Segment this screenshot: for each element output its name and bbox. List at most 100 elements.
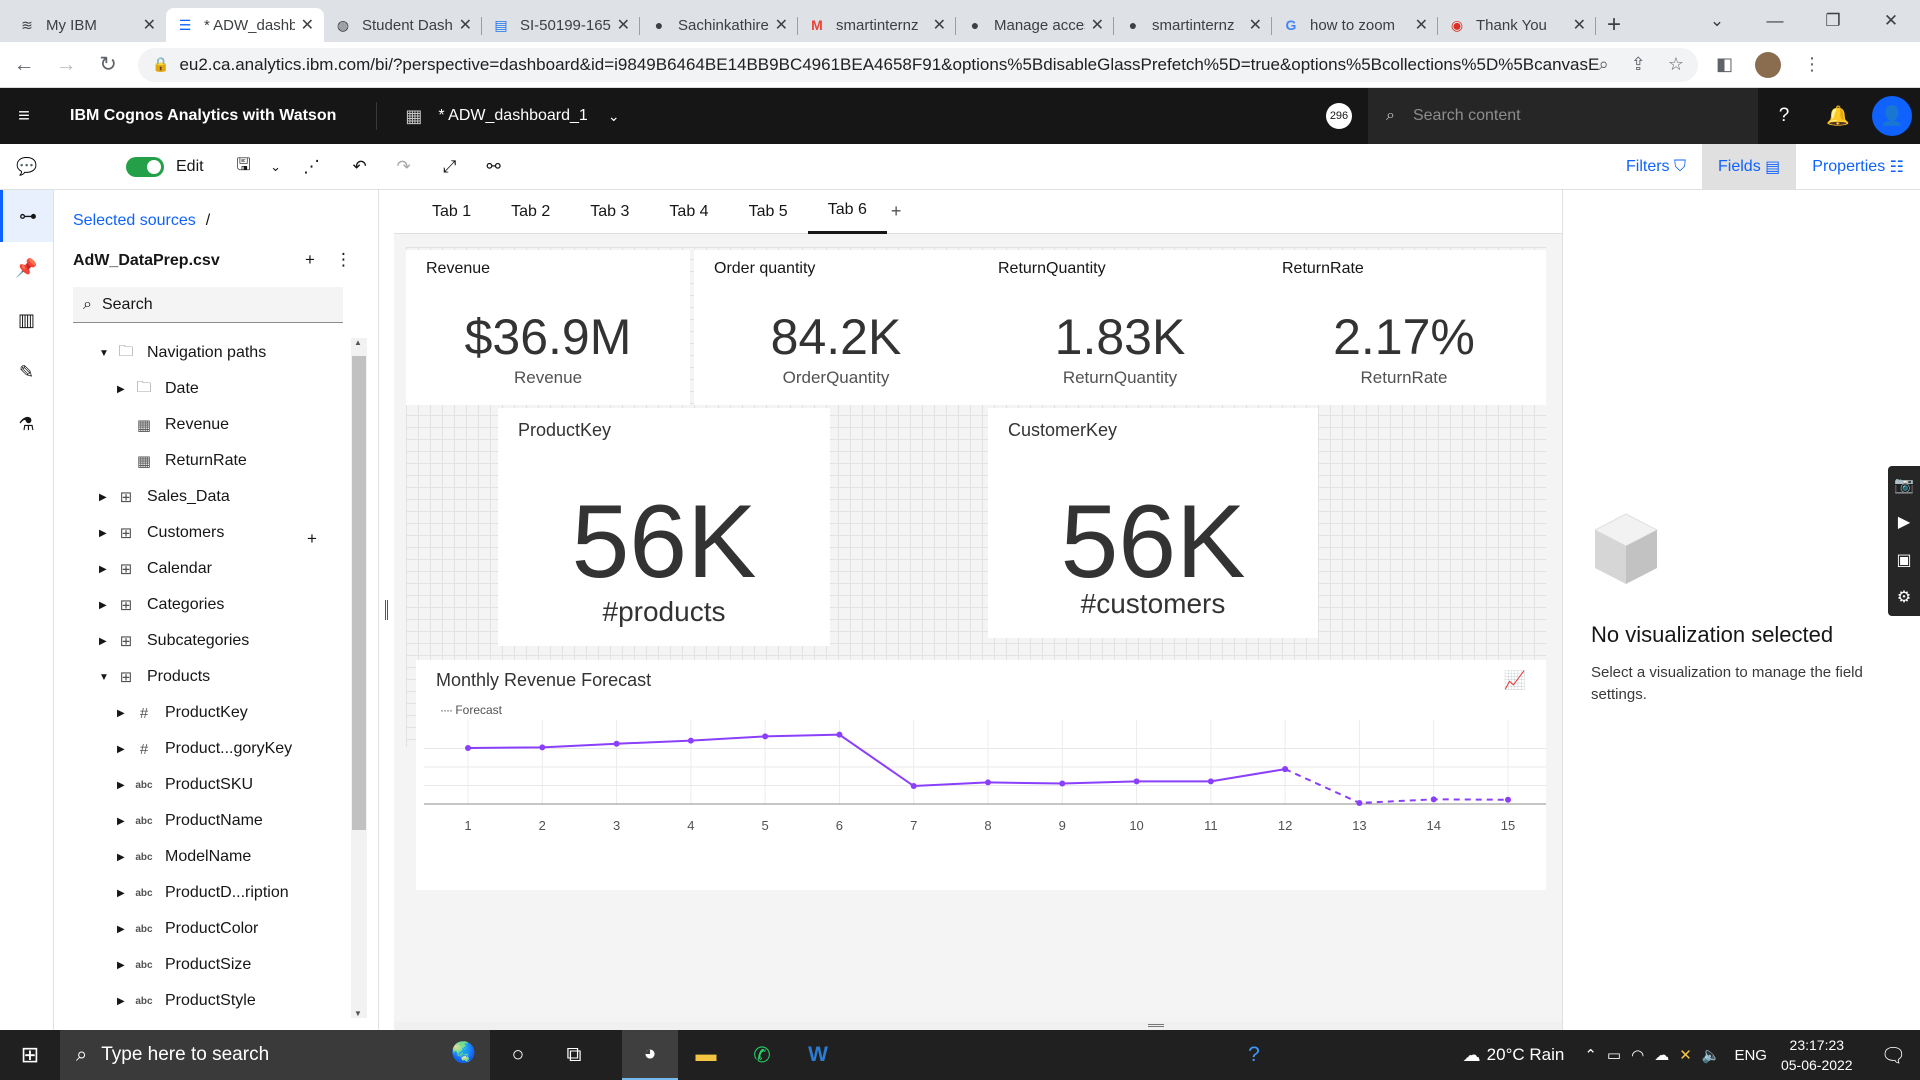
share-icon[interactable]: ⋰ bbox=[286, 144, 338, 190]
volume-icon[interactable]: 🔈 bbox=[1702, 1046, 1721, 1064]
browser-tab[interactable]: ◉ Thank You ✕ bbox=[1438, 8, 1596, 42]
tree-node[interactable]: ▦ ReturnRate bbox=[117, 443, 247, 479]
caret-right-icon[interactable]: ▶ bbox=[117, 888, 133, 899]
assistant-icon[interactable]: ⚗ bbox=[0, 398, 53, 450]
fullscreen-icon[interactable]: ⤢ bbox=[426, 144, 474, 190]
kpi-tile-customerkey[interactable]: CustomerKey 56K #customers bbox=[988, 408, 1318, 638]
chrome-icon[interactable]: ◕ bbox=[622, 1030, 678, 1080]
sidepanel-icon[interactable]: ◧ bbox=[1716, 54, 1733, 75]
kpi-tile-order-quantity[interactable]: Order quantity 84.2K OrderQuantity bbox=[694, 250, 978, 405]
camera-icon[interactable]: 📷 bbox=[1894, 475, 1914, 495]
clock[interactable]: 23:17:23 05-06-2022 bbox=[1781, 1035, 1853, 1075]
caret-right-icon[interactable]: ▶ bbox=[117, 996, 133, 1007]
word-icon[interactable]: W bbox=[790, 1030, 846, 1080]
profile-avatar[interactable] bbox=[1755, 51, 1782, 78]
browser-tab[interactable]: Ghow to zoom ✕ bbox=[1272, 8, 1438, 42]
tree-node[interactable]: ▶ abc ProductStyle bbox=[117, 983, 256, 1019]
tree-node[interactable]: ▶ ⊞ Calendar bbox=[99, 551, 212, 587]
chevron-down-icon[interactable]: ⌄ bbox=[608, 108, 620, 125]
caret-right-icon[interactable]: ▶ bbox=[99, 564, 115, 575]
tree-node[interactable]: ▶ ⊞ Sales_Data bbox=[99, 479, 230, 515]
onedrive-icon[interactable]: ☁ bbox=[1654, 1046, 1669, 1064]
caret-right-icon[interactable]: ▶ bbox=[117, 780, 133, 791]
tab-1[interactable]: Tab 1 bbox=[412, 190, 491, 234]
close-icon[interactable]: ✕ bbox=[933, 15, 946, 35]
kpi-tile-return-quantity[interactable]: ReturnQuantity 1.83K ReturnQuantity bbox=[978, 250, 1262, 405]
tree-node[interactable]: ▶ ⊞ Subcategories bbox=[99, 623, 249, 659]
video-icon[interactable]: ▶ bbox=[1898, 512, 1910, 532]
properties-button[interactable]: Properties ☷ bbox=[1796, 144, 1920, 190]
overflow-menu-icon[interactable]: ⋮ bbox=[335, 250, 352, 270]
browser-tab[interactable]: ● Sachinkathiresan ✕ bbox=[640, 8, 798, 42]
fields-button[interactable]: Fields ▤ bbox=[1702, 144, 1797, 190]
tree-node[interactable]: ▶ ⊞ Categories bbox=[99, 587, 224, 623]
forward-icon[interactable]: → bbox=[48, 47, 84, 83]
edit-toggle[interactable] bbox=[126, 156, 164, 177]
app-tray-icon[interactable]: ✕ bbox=[1679, 1046, 1692, 1064]
close-icon[interactable]: ✕ bbox=[1091, 15, 1104, 35]
close-icon[interactable]: ✕ bbox=[617, 15, 630, 35]
help-icon[interactable]: ? bbox=[1226, 1030, 1282, 1080]
bookmark-star-icon[interactable]: ☆ bbox=[1668, 54, 1684, 75]
restore-button[interactable]: ❐ bbox=[1804, 0, 1862, 42]
breadcrumb-link[interactable]: Selected sources bbox=[73, 212, 196, 229]
scroll-down-icon[interactable]: ▼ bbox=[354, 1009, 362, 1018]
connect-icon[interactable]: ⚯ bbox=[474, 144, 514, 190]
caret-right-icon[interactable]: ▶ bbox=[99, 492, 115, 503]
notifications-icon[interactable]: 🗨 bbox=[1881, 1043, 1906, 1068]
undo-icon[interactable]: ↶ bbox=[338, 144, 382, 190]
tab-5[interactable]: Tab 5 bbox=[729, 190, 808, 234]
hamburger-icon[interactable]: ≡ bbox=[0, 105, 48, 128]
close-icon[interactable]: ✕ bbox=[459, 15, 472, 35]
close-window-button[interactable]: ✕ bbox=[1862, 0, 1920, 42]
add-icon[interactable]: + bbox=[305, 250, 315, 270]
notification-count-badge[interactable]: 296 bbox=[1326, 103, 1352, 129]
task-view-icon[interactable]: ⧉ bbox=[546, 1030, 602, 1080]
settings-icon[interactable]: ⚙ bbox=[1897, 587, 1911, 607]
browser-tab[interactable]: ● smartinternz ✕ bbox=[1114, 8, 1272, 42]
close-icon[interactable]: ✕ bbox=[143, 15, 156, 35]
kpi-tile-productkey[interactable]: ProductKey 56K #products bbox=[498, 408, 830, 646]
sources-scrollbar[interactable]: ▲ ▼ bbox=[351, 338, 367, 1018]
bell-icon[interactable]: 🔔 bbox=[1814, 88, 1862, 144]
caret-right-icon[interactable]: ▶ bbox=[117, 384, 133, 395]
caret-down-icon[interactable]: ▼ bbox=[99, 348, 115, 359]
taskbar-search[interactable]: ⌕ Type here to search 🌏 bbox=[60, 1030, 490, 1080]
minimize-button[interactable]: — bbox=[1746, 0, 1804, 42]
search-input[interactable]: ⌕ Search bbox=[73, 287, 343, 323]
search-content-field[interactable]: ⌕ Search content bbox=[1368, 88, 1758, 144]
tab-3[interactable]: Tab 3 bbox=[570, 190, 649, 234]
whatsapp-icon[interactable]: ✆ bbox=[734, 1030, 790, 1080]
tab-6[interactable]: Tab 6 bbox=[807, 190, 887, 234]
comment-icon[interactable]: 💬 bbox=[0, 144, 54, 190]
cortana-icon[interactable]: ○ bbox=[490, 1030, 546, 1080]
share-icon[interactable]: ⇪ bbox=[1631, 54, 1646, 75]
caret-right-icon[interactable]: ▶ bbox=[117, 852, 133, 863]
tree-node[interactable]: ▶ abc ModelName bbox=[117, 839, 251, 875]
kpi-tile-return-rate[interactable]: ReturnRate 2.17% ReturnRate bbox=[1262, 250, 1546, 405]
caret-right-icon[interactable]: ▶ bbox=[99, 528, 115, 539]
browser-tab-active[interactable]: ☰ * ADW_dashboard_1 ✕ bbox=[166, 8, 324, 42]
caret-right-icon[interactable]: ▶ bbox=[117, 744, 133, 755]
chevron-up-icon[interactable]: ⌃ bbox=[1584, 1046, 1597, 1064]
browser-tab[interactable]: ● Manage access ✕ bbox=[956, 8, 1114, 42]
filters-button[interactable]: Filters ⛉ bbox=[1610, 144, 1702, 190]
tree-node[interactable]: ▼ ⊞ Products bbox=[99, 659, 210, 695]
close-icon[interactable]: ✕ bbox=[775, 15, 788, 35]
tab-2[interactable]: Tab 2 bbox=[491, 190, 570, 234]
tree-node[interactable]: ▦ Revenue bbox=[117, 407, 229, 443]
help-icon[interactable]: ? bbox=[1760, 88, 1808, 144]
sources-icon[interactable]: ⊶ bbox=[0, 190, 53, 242]
tree-node[interactable]: ▶ abc ProductSKU bbox=[117, 767, 253, 803]
tree-node[interactable]: ▶ # Product...goryKey bbox=[117, 731, 292, 767]
new-tab-button[interactable]: + bbox=[1596, 8, 1632, 42]
tab-search-icon[interactable]: ⌄ bbox=[1688, 0, 1746, 42]
tree-node[interactable]: ▶ # ProductKey bbox=[117, 695, 248, 731]
scrollbar-thumb[interactable] bbox=[352, 356, 366, 830]
canvas-resize-handle[interactable] bbox=[394, 1022, 1562, 1030]
gallery-icon[interactable]: ▣ bbox=[1896, 550, 1911, 570]
close-icon[interactable]: ✕ bbox=[301, 15, 314, 35]
tree-node[interactable]: ▶ abc ProductSize bbox=[117, 947, 251, 983]
reload-icon[interactable]: ↻ bbox=[90, 47, 126, 83]
caret-right-icon[interactable]: ▶ bbox=[99, 600, 115, 611]
